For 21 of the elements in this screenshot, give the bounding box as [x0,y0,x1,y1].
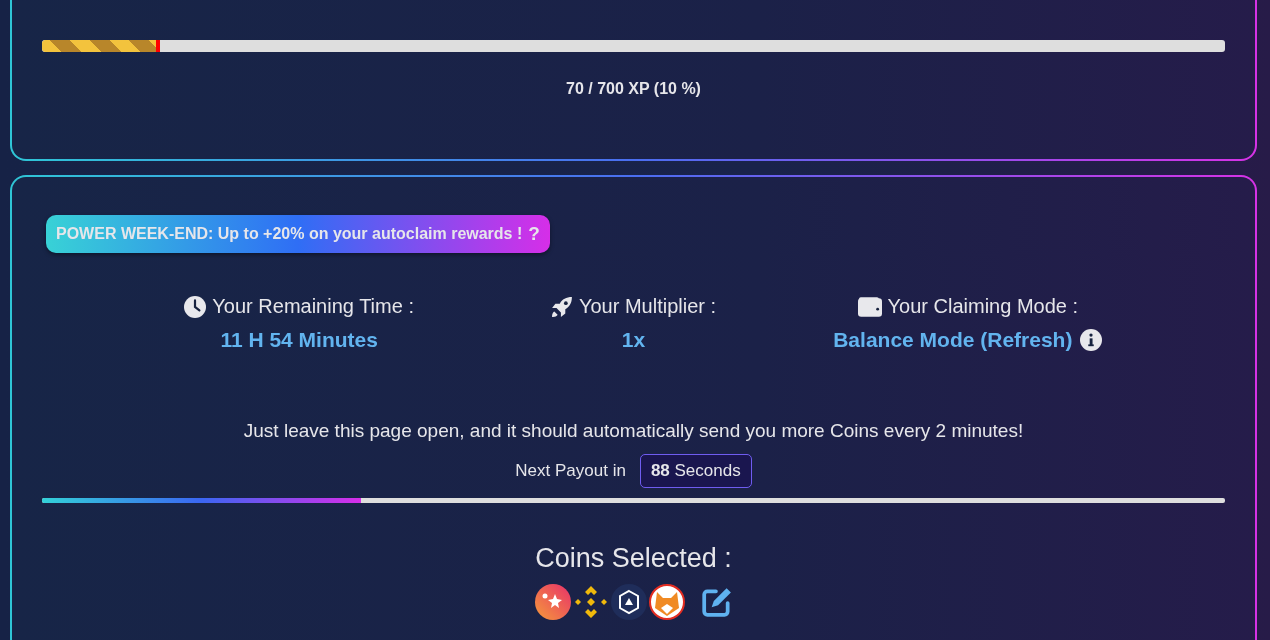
hexagon-coin-icon [610,584,647,620]
rocket-icon [550,295,573,318]
stat-value: Balance Mode (Refresh) [833,328,1073,352]
promo-text: POWER WEEK-END: Up to +20% on your autoclaim rewards ! [56,225,523,243]
info-message: Just leave this page open, and it should automatically send you more Coins every 2 minutes! [242,420,1025,442]
info-icon[interactable] [1080,329,1103,351]
stat-label: Your Multiplier : [578,295,717,318]
stat-label: Your Remaining Time : [212,295,414,318]
dog-coin-icon [648,584,685,620]
stat-value: 11 H 54 Minutes [220,328,378,352]
stat-label: Your Claiming Mode : [887,295,1079,318]
wallet-icon [857,295,882,318]
stat-value: 1x [621,328,646,352]
countdown-badge: 88 Seconds [639,454,752,488]
clock-icon [184,295,207,318]
edit-icon[interactable] [700,586,733,618]
xp-reading: 70 / 700 XP (10 %) [565,80,702,98]
coins-heading: Coins Selected : [534,543,733,574]
payout-label: Next Payout in [515,461,626,481]
star-coin-icon [534,584,571,620]
help-icon[interactable]: ? [528,223,540,245]
